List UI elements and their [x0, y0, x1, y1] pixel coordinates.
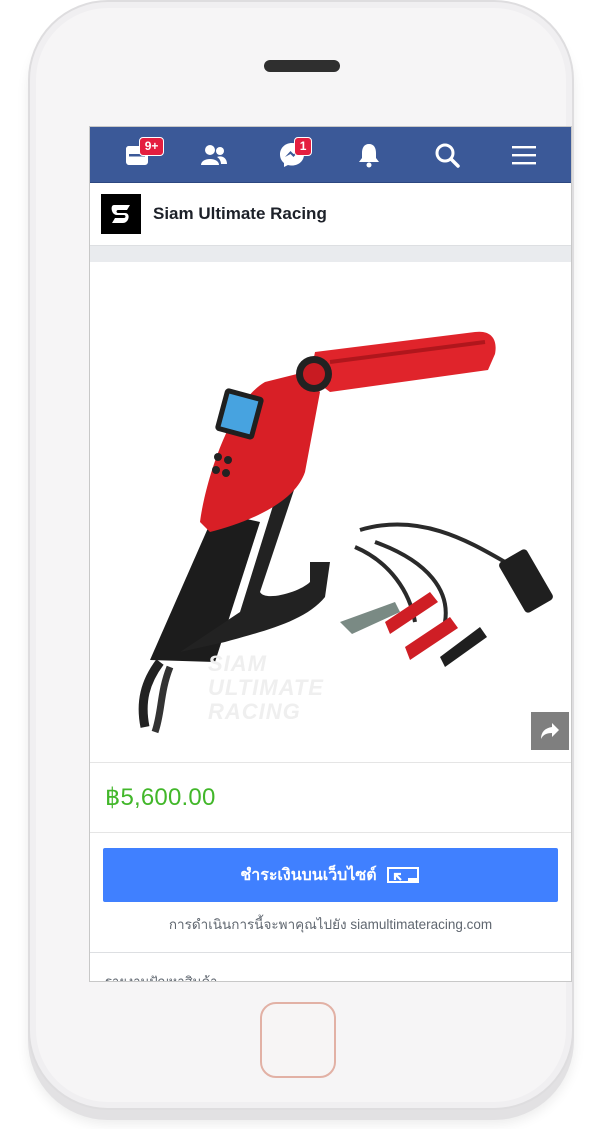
home-button[interactable] — [260, 1002, 336, 1078]
product-watermark: SIAM ULTIMATE RACING — [208, 651, 324, 724]
checkout-section: ชำระเงินบนเว็บไซต์ การดำเนินการนี้จะพาคุ… — [90, 833, 571, 935]
page-name[interactable]: Siam Ultimate Racing — [153, 204, 327, 224]
screen: 9+ 1 Siam Ultimate Racing SIAM ULTIMATE … — [89, 126, 572, 982]
redirect-note: การดำเนินการนี้จะพาคุณไปยัง siamultimate… — [168, 917, 493, 932]
product-image[interactable]: SIAM ULTIMATE RACING — [90, 262, 571, 763]
checkout-button-label: ชำระเงินบนเว็บไซต์ — [240, 866, 377, 884]
notifications-tab[interactable] — [349, 135, 389, 175]
report-product-link[interactable]: รายงานปัญหาสินค้า — [90, 953, 571, 981]
search-icon — [435, 143, 460, 168]
messenger-badge: 1 — [293, 136, 313, 156]
hamburger-menu-icon — [512, 145, 537, 164]
news-feed-badge: 9+ — [138, 136, 165, 156]
share-arrow-icon — [541, 723, 559, 739]
share-button[interactable] — [531, 712, 569, 750]
section-divider — [90, 245, 571, 262]
friends-icon — [201, 144, 228, 165]
menu-tab[interactable] — [504, 135, 544, 175]
racing-logo-icon — [111, 205, 130, 223]
phone-frame: 9+ 1 Siam Ultimate Racing SIAM ULTIMATE … — [28, 0, 574, 1110]
price-row: ฿5,600.00 — [90, 763, 571, 833]
bell-icon — [359, 143, 380, 167]
page-logo[interactable] — [101, 194, 141, 234]
timing-light-illustration — [138, 331, 553, 734]
product-price: ฿5,600.00 — [105, 784, 216, 811]
top-navbar: 9+ 1 — [90, 127, 571, 183]
phone-speaker — [264, 60, 340, 72]
page-header: Siam Ultimate Racing — [90, 183, 571, 245]
search-tab[interactable] — [427, 135, 467, 175]
checkout-on-website-button[interactable]: ชำระเงินบนเว็บไซต์ — [103, 848, 558, 902]
messenger-tab[interactable]: 1 — [272, 135, 313, 175]
friends-tab[interactable] — [194, 135, 234, 175]
external-link-icon — [386, 867, 419, 883]
news-feed-tab[interactable]: 9+ — [117, 135, 165, 175]
